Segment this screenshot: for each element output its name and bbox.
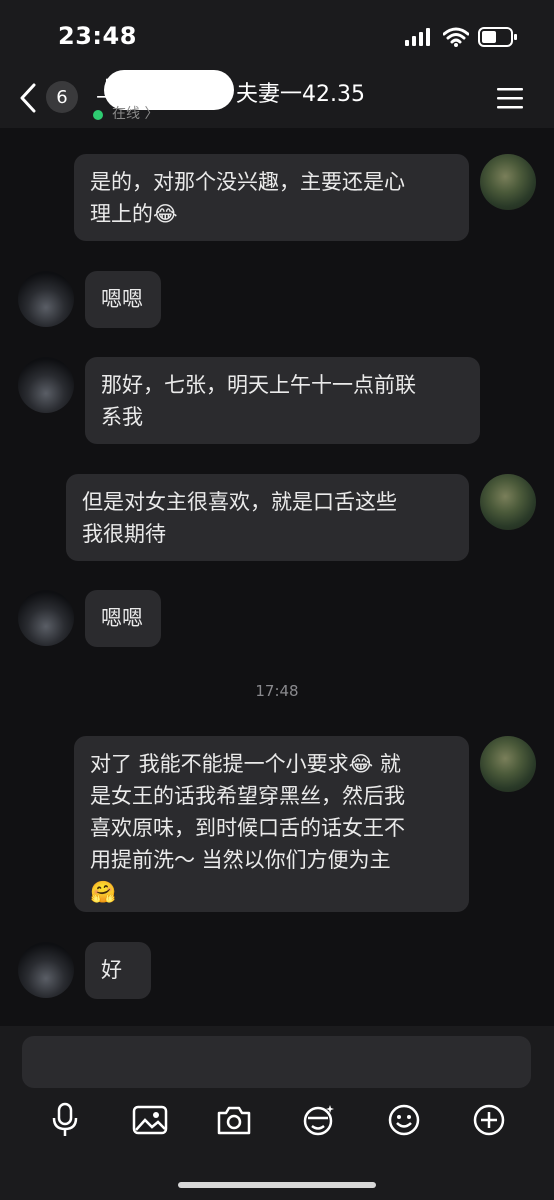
message-line: 系我 bbox=[101, 405, 143, 429]
message-line: 我很期待 bbox=[82, 522, 166, 546]
message-line: 嗯嗯 bbox=[101, 606, 143, 630]
message-line: 那好，七张，明天上午十一点前联 bbox=[101, 373, 416, 397]
message-line: 但是对女主很喜欢，就是口舌这些 bbox=[82, 490, 397, 514]
camera-icon[interactable] bbox=[216, 1102, 252, 1138]
online-status: 在线 〉 bbox=[112, 106, 159, 122]
message-line: 喜欢原味，到时候口舌的话女王不 bbox=[90, 816, 405, 840]
sticker-icon[interactable] bbox=[301, 1102, 337, 1138]
avatar-self[interactable] bbox=[480, 474, 536, 530]
message-line: 是的，对那个没兴趣，主要还是心 bbox=[90, 170, 405, 194]
message-bubble-sent[interactable]: 对了 我能不能提一个小要求😂 就 是女王的话我希望穿黑丝，然后我 喜欢原味，到时… bbox=[74, 736, 469, 912]
message-line: 嗯嗯 bbox=[101, 287, 143, 311]
message-bubble-received[interactable]: 嗯嗯 bbox=[85, 271, 161, 328]
avatar-contact[interactable] bbox=[18, 590, 74, 646]
message-line: 🤗 bbox=[90, 880, 117, 904]
online-indicator bbox=[93, 110, 103, 120]
message-timestamp: 17:48 bbox=[255, 682, 299, 700]
image-icon[interactable] bbox=[132, 1102, 168, 1138]
emoji-icon[interactable] bbox=[386, 1102, 422, 1138]
contact-name[interactable]: 夫妻一42.35 bbox=[236, 76, 365, 108]
home-indicator bbox=[178, 1182, 376, 1188]
avatar-contact[interactable] bbox=[18, 271, 74, 327]
message-bubble-sent[interactable]: 是的，对那个没兴趣，主要还是心 理上的😂 bbox=[74, 154, 469, 241]
plus-icon[interactable] bbox=[471, 1102, 507, 1138]
message-line: 理上的😂 bbox=[90, 202, 178, 226]
avatar-self[interactable] bbox=[480, 736, 536, 792]
menu-icon[interactable] bbox=[497, 87, 523, 109]
message-bubble-sent[interactable]: 但是对女主很喜欢，就是口舌这些 我很期待 bbox=[66, 474, 469, 561]
message-bubble-received[interactable]: 那好，七张，明天上午十一点前联 系我 bbox=[85, 357, 480, 444]
status-time: 23:48 bbox=[58, 22, 137, 50]
wifi-icon bbox=[443, 27, 469, 47]
signal-icon bbox=[405, 28, 430, 46]
message-bubble-received[interactable]: 嗯嗯 bbox=[85, 590, 161, 647]
message-line: 用提前洗～ 当然以你们方便为主 bbox=[90, 848, 391, 872]
message-input[interactable] bbox=[22, 1036, 531, 1088]
avatar-contact[interactable] bbox=[18, 357, 74, 413]
message-line: 是女王的话我希望穿黑丝，然后我 bbox=[90, 784, 405, 808]
message-line: 对了 我能不能提一个小要求😂 就 bbox=[90, 752, 401, 776]
avatar-contact[interactable] bbox=[18, 942, 74, 998]
battery-icon bbox=[478, 27, 517, 47]
avatar-self[interactable] bbox=[480, 154, 536, 210]
message-line: 好 bbox=[101, 958, 122, 982]
back-icon[interactable] bbox=[18, 83, 38, 113]
microphone-icon[interactable] bbox=[47, 1102, 83, 1138]
message-bubble-received[interactable]: 好 bbox=[85, 942, 151, 999]
unread-badge[interactable]: 6 bbox=[46, 81, 78, 113]
